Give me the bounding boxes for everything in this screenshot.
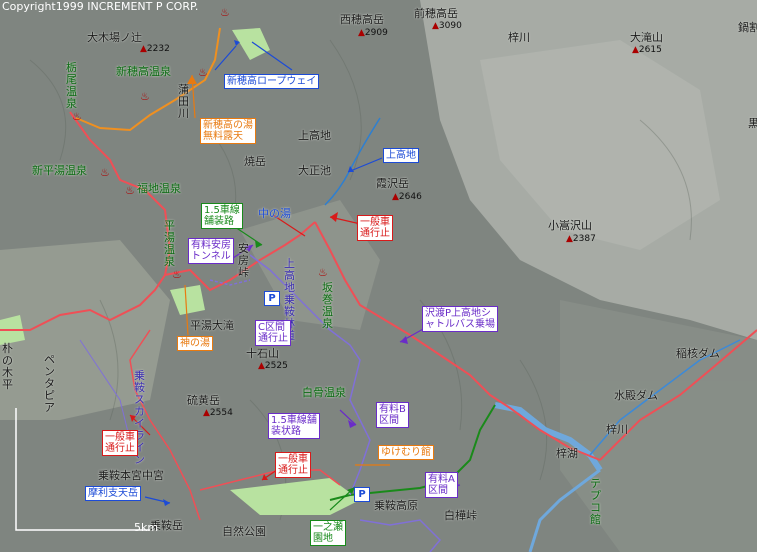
onsen-icon: ♨: [318, 266, 328, 279]
shizen-koen-label: 自然公園: [222, 525, 266, 538]
gamata-river-label: 蒲田川: [178, 83, 189, 120]
kuro-label: 黒: [748, 117, 757, 130]
hirayu-otaki-label: 平湯大滝: [190, 319, 234, 332]
kojozawa-peak: ▲2387: [566, 234, 596, 244]
kojozawa-label: 小嵩沢山: [548, 219, 592, 232]
b-section-callout: 有料B 区間: [376, 402, 409, 428]
hirayu-onsen-label: 平湯温泉: [164, 219, 175, 268]
abotoge-label: 安房峠: [238, 242, 249, 279]
ookiba-label: 大木場ノ辻: [87, 31, 142, 44]
sakamaki-onsen-label: 坂巻温泉: [322, 281, 333, 330]
onsen-icon: ♨: [72, 110, 82, 123]
maehotaka-peak: ▲3090: [432, 21, 462, 31]
parking-icon: P: [264, 291, 280, 306]
nishihotaka-peak: ▲2909: [358, 28, 388, 38]
iouzan-label: 硫黄岳: [187, 394, 220, 407]
norikura-kogen-label: 乗鞍高原: [374, 499, 418, 512]
midono-dam-label: 水殿ダム: [614, 389, 658, 402]
azusa-river-label: 梓川: [508, 31, 530, 44]
shinhirayu-onsen-label: 新平湯温泉: [32, 164, 87, 177]
kasumizawadake-peak: ▲2646: [392, 192, 422, 202]
onsen-icon: ♨: [140, 90, 150, 103]
kinoko-taira-label: 朴の木平: [2, 342, 13, 391]
yukemuri-callout: ゆけむり館: [378, 445, 434, 460]
norikura-hongu-label: 乗鞍本宮中宮: [98, 469, 164, 482]
paved-road-callout: 1.5車線 舗装路: [201, 203, 243, 229]
tepco-label: テプコ館: [590, 477, 601, 526]
road-closed3-callout: 一般車 通行止: [275, 452, 311, 478]
otakiyama-label: 大滝山: [630, 31, 663, 44]
copyright-text: Copyright1999 INCREMENT P CORP.: [2, 0, 199, 13]
maehotaka-label: 前穂高岳: [414, 7, 458, 20]
yakedake-label: 焼岳: [244, 155, 266, 168]
paved-road2-callout: 1.5車線舗 装状路: [268, 413, 320, 439]
kamikochi-label: 上高地: [298, 129, 331, 142]
road-closed2-callout: 一般車 通行止: [102, 430, 138, 456]
scale-label: 5km: [134, 521, 159, 534]
c-section-callout: C区間 通行止: [255, 320, 291, 346]
shinhotaka-bath-callout: 新穂高の湯 無料露天: [200, 118, 256, 144]
shirahone-onsen-label: 白骨温泉: [302, 386, 346, 399]
onsen-icon: ♨: [198, 66, 208, 79]
nabewari-label: 鍋割: [738, 21, 757, 34]
fukuji-onsen-label: 福地温泉: [137, 182, 181, 195]
tochio-onsen-label: 栃尾温泉: [66, 61, 77, 110]
kaminoyu-callout: 神の湯: [177, 336, 213, 351]
abo-tunnel-callout: 有料安房 トンネル: [188, 238, 234, 264]
ropeway-callout: 新穂高ロープウェイ: [224, 74, 320, 89]
azusa-lake-label: 梓湖: [556, 447, 578, 460]
jissekisan-label: 十石山: [246, 347, 279, 360]
nishihotaka-label: 西穂高岳: [340, 13, 384, 26]
nakanoyu-label: 中の湯: [258, 207, 291, 220]
sawando-callout: 沢渡P上高地シ ャトルバス乗場: [422, 306, 498, 332]
azusa-river2-label: 梓川: [606, 423, 628, 436]
inekoki-dam-label: 稲核ダム: [676, 347, 720, 360]
otakiyama-peak: ▲2615: [632, 45, 662, 55]
iouzan-peak: ▲2554: [203, 408, 233, 418]
pension-label: ペンタピア: [44, 353, 55, 414]
road-closed-callout: 一般車 通行止: [357, 215, 393, 241]
a-section-callout: 有料A 区間: [425, 472, 458, 498]
kasumizawadake-label: 霞沢岳: [376, 177, 409, 190]
onsen-icon: ♨: [125, 184, 135, 197]
jissekisan-peak: ▲2525: [258, 361, 288, 371]
shirakaba-label: 白樺峠: [444, 509, 477, 522]
ookiba-peak: ▲2232: [140, 44, 170, 54]
ichinose-callout: 一之瀬 園地: [310, 520, 346, 546]
parking-icon: P: [354, 487, 370, 502]
onsen-icon: ♨: [220, 6, 230, 19]
marishiten-callout: 摩利支天岳: [85, 486, 141, 501]
onsen-icon: ♨: [172, 268, 182, 281]
onsen-icon: ♨: [100, 166, 110, 179]
shinhotaka-onsen-label: 新穂高温泉: [116, 65, 171, 78]
taishoike-label: 大正池: [298, 164, 331, 177]
kamikochi-callout: 上高地: [383, 148, 419, 163]
